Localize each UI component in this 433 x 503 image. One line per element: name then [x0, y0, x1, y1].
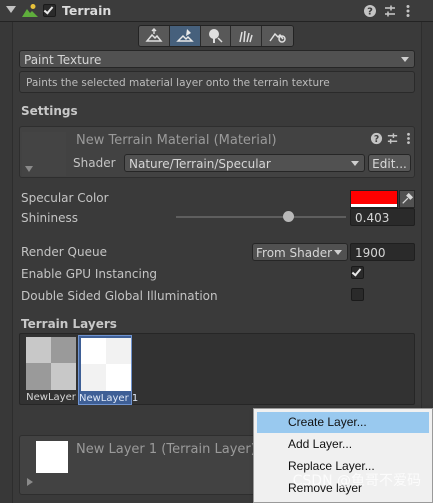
render-queue-mode-dropdown[interactable]: From Shader: [252, 243, 348, 261]
double-sided-gi-label: Double Sided Global Illumination: [21, 289, 218, 303]
paint-trees-icon: [209, 29, 224, 43]
shininess-value-field[interactable]: 0.403: [350, 208, 415, 226]
component-enabled-checkbox[interactable]: [43, 4, 56, 17]
paint-terrain-tool[interactable]: [169, 26, 201, 46]
terrain-component-icon: [22, 3, 38, 18]
specular-color-field[interactable]: [350, 190, 398, 208]
watermark: CSDN @鱼哥不爱码: [292, 473, 421, 489]
chevron-down-icon: [351, 161, 359, 166]
menu-item-label: Create Layer...: [288, 415, 367, 429]
layer-thumbnail: [26, 337, 76, 390]
help-icon[interactable]: ?: [363, 4, 377, 18]
specular-color-label: Specular Color: [21, 191, 109, 205]
edit-button-label: Edit...: [372, 157, 407, 171]
tool-description-box: Paints the selected material layer onto …: [19, 71, 415, 93]
terrain-settings-tool[interactable]: [262, 26, 293, 46]
chevron-down-icon: [334, 250, 342, 255]
svg-text:?: ?: [373, 134, 378, 145]
shader-dropdown[interactable]: Nature/Terrain/Specular: [124, 154, 365, 172]
terrain-layer-tile[interactable]: NewLayer: [24, 335, 78, 405]
tool-description: Paints the selected material layer onto …: [26, 77, 330, 89]
render-queue-value: 1900: [355, 246, 386, 260]
material-preset-icon[interactable]: [385, 132, 399, 146]
render-queue-value-field[interactable]: 1900: [350, 243, 415, 261]
menu-item-add-layer[interactable]: Add Layer...: [257, 434, 429, 455]
paint-mode-value: Paint Texture: [24, 53, 102, 67]
render-queue-mode-value: From Shader: [256, 246, 333, 260]
terrain-tool-toolbar: [138, 25, 294, 47]
layer-thumbnail: [81, 338, 131, 391]
shininess-label: Shininess: [21, 211, 78, 225]
material-foldout-arrow-icon[interactable]: [25, 166, 33, 172]
terrain-layer-name: New Layer 1 (Terrain Layer): [76, 442, 256, 457]
paint-terrain-icon: [175, 29, 194, 42]
menu-item-create-layer[interactable]: Create Layer...: [257, 412, 429, 433]
shininess-value: 0.403: [355, 211, 390, 225]
svg-text:?: ?: [367, 7, 373, 18]
shader-label: Shader: [73, 156, 116, 170]
material-help-icon[interactable]: ?: [369, 132, 383, 146]
raise-lower-terrain-tool[interactable]: [139, 26, 170, 46]
terrain-layer-tile-selected[interactable]: NewLayer 1: [78, 335, 139, 405]
raise-lower-terrain-icon: [145, 28, 163, 42]
shininess-slider-handle[interactable]: [283, 211, 294, 222]
paint-trees-tool[interactable]: [200, 26, 232, 46]
settings-heading: Settings: [21, 104, 78, 118]
terrain-layer-foldout-arrow-icon[interactable]: [27, 478, 33, 486]
edit-shader-button[interactable]: Edit...: [368, 154, 411, 172]
render-queue-label: Render Queue: [21, 245, 107, 259]
shininess-slider-track[interactable]: [176, 216, 346, 218]
terrain-settings-icon: [268, 32, 286, 43]
menu-item-label: Replace Layer...: [288, 459, 375, 473]
layer-name: NewLayer 1: [79, 393, 139, 404]
more-menu-icon[interactable]: [401, 4, 415, 18]
gpu-instancing-checkbox[interactable]: [351, 266, 364, 279]
component-title: Terrain: [62, 3, 112, 18]
gpu-instancing-label: Enable GPU Instancing: [21, 267, 158, 281]
menu-item-label: Add Layer...: [288, 437, 353, 451]
terrain-layers-heading: Terrain Layers: [21, 317, 117, 331]
layer-name: NewLayer: [26, 392, 76, 403]
material-name: New Terrain Material (Material): [76, 133, 277, 148]
paint-details-tool[interactable]: [231, 26, 263, 46]
foldout-arrow-icon[interactable]: [6, 6, 16, 13]
chevron-down-icon: [401, 57, 409, 62]
preset-icon[interactable]: [383, 4, 397, 18]
eyedropper-icon[interactable]: [399, 190, 415, 208]
terrain-layer-preview: [36, 441, 68, 473]
double-sided-gi-checkbox[interactable]: [351, 288, 364, 301]
paint-mode-dropdown[interactable]: Paint Texture: [19, 50, 415, 68]
paint-details-icon: [239, 30, 254, 43]
material-more-menu-icon[interactable]: [401, 132, 415, 146]
shader-value: Nature/Terrain/Specular: [129, 157, 271, 171]
